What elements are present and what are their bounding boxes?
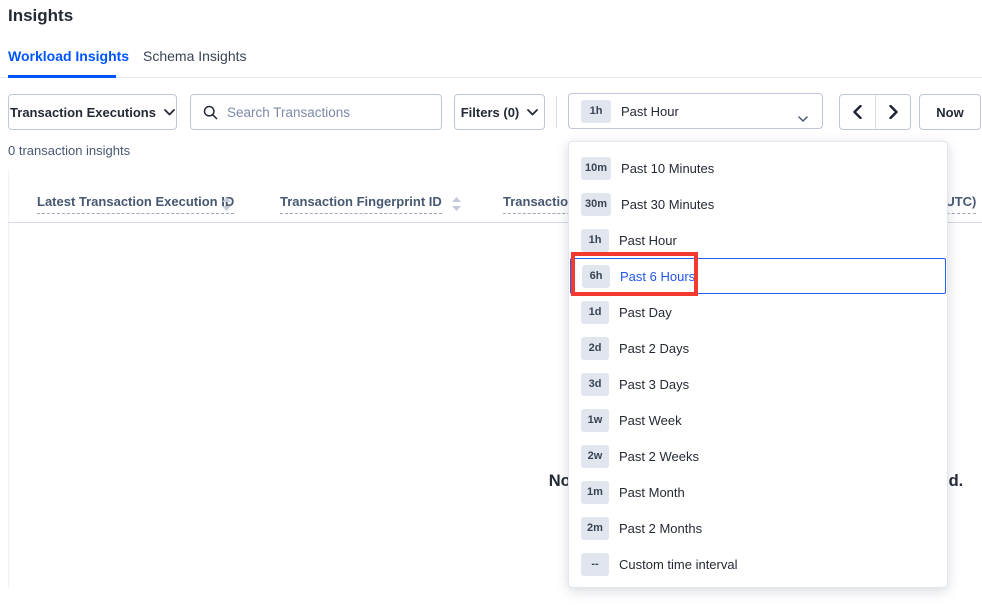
- time-interval-label: Past Hour: [621, 104, 679, 119]
- time-option-label: Past 6 Hours: [620, 269, 695, 284]
- sort-icon[interactable]: [222, 197, 231, 211]
- search-icon: [203, 105, 218, 120]
- time-range-arrows: [839, 94, 911, 130]
- time-option-label: Past Month: [619, 485, 685, 500]
- time-badge: --: [581, 553, 609, 576]
- time-interval-dropdown: 10m Past 10 Minutes 30m Past 30 Minutes …: [568, 141, 948, 588]
- time-option-past-2-days[interactable]: 2d Past 2 Days: [569, 330, 947, 366]
- next-time-range-button[interactable]: [875, 95, 910, 129]
- time-option-label: Past 2 Weeks: [619, 449, 699, 464]
- chevron-left-icon: [853, 105, 862, 119]
- time-option-past-2-weeks[interactable]: 2w Past 2 Weeks: [569, 438, 947, 474]
- now-button-label: Now: [936, 105, 963, 120]
- time-option-past-day[interactable]: 1d Past Day: [569, 294, 947, 330]
- time-option-label: Custom time interval: [619, 557, 737, 572]
- time-option-past-hour[interactable]: 1h Past Hour: [569, 222, 947, 258]
- transaction-type-select[interactable]: Transaction Executions: [8, 94, 177, 130]
- time-badge: 3d: [581, 373, 609, 396]
- time-option-past-week[interactable]: 1w Past Week: [569, 402, 947, 438]
- time-interval-badge: 1h: [581, 100, 611, 123]
- time-badge: 2d: [581, 337, 609, 360]
- time-option-label: Past Hour: [619, 233, 677, 248]
- insights-page: Insights Workload Insights Schema Insigh…: [0, 0, 982, 605]
- search-input[interactable]: [227, 105, 441, 120]
- tab-schema-insights[interactable]: Schema Insights: [143, 48, 247, 64]
- now-button[interactable]: Now: [919, 94, 981, 130]
- time-option-past-3-days[interactable]: 3d Past 3 Days: [569, 366, 947, 402]
- time-option-label: Past 3 Days: [619, 377, 689, 392]
- time-option-past-30-minutes[interactable]: 30m Past 30 Minutes: [569, 186, 947, 222]
- time-option-past-6-hours[interactable]: 6h Past 6 Hours: [570, 258, 946, 294]
- chevron-down-icon: [798, 109, 808, 127]
- column-header-latest-transaction-execution-id[interactable]: Latest Transaction Execution ID: [37, 194, 234, 214]
- filters-button[interactable]: Filters (0): [454, 94, 545, 130]
- column-header-transaction-fingerprint-id[interactable]: Transaction Fingerprint ID: [280, 194, 442, 214]
- previous-time-range-button[interactable]: [840, 95, 875, 129]
- time-badge: 6h: [582, 265, 610, 288]
- page-title: Insights: [8, 6, 73, 26]
- time-option-label: Past Day: [619, 305, 672, 320]
- transaction-type-label: Transaction Executions: [10, 105, 156, 120]
- chevron-down-icon: [164, 109, 175, 116]
- time-option-label: Past 10 Minutes: [621, 161, 714, 176]
- tab-workload-insights[interactable]: Workload Insights: [8, 48, 129, 64]
- time-badge: 1m: [581, 481, 609, 504]
- time-badge: 10m: [581, 157, 611, 180]
- table-left-border: [8, 170, 9, 588]
- tabs-divider: [0, 77, 982, 78]
- chevron-down-icon: [527, 109, 538, 116]
- time-badge: 1h: [581, 229, 609, 252]
- time-option-past-month[interactable]: 1m Past Month: [569, 474, 947, 510]
- time-badge: 1d: [581, 301, 609, 324]
- toolbar-divider: [556, 96, 557, 128]
- active-tab-underline: [8, 75, 116, 78]
- time-option-label: Past Week: [619, 413, 682, 428]
- time-option-label: Past 30 Minutes: [621, 197, 714, 212]
- time-badge: 30m: [581, 193, 611, 216]
- search-box[interactable]: [190, 94, 442, 130]
- time-option-label: Past 2 Days: [619, 341, 689, 356]
- chevron-right-icon: [889, 105, 898, 119]
- time-badge: 2m: [581, 517, 609, 540]
- time-option-label: Past 2 Months: [619, 521, 702, 536]
- time-option-past-2-months[interactable]: 2m Past 2 Months: [569, 510, 947, 546]
- time-option-custom-time-interval[interactable]: -- Custom time interval: [569, 546, 947, 582]
- time-badge: 1w: [581, 409, 609, 432]
- time-interval-select[interactable]: 1h Past Hour: [568, 93, 823, 129]
- time-option-past-10-minutes[interactable]: 10m Past 10 Minutes: [569, 150, 947, 186]
- time-badge: 2w: [581, 445, 609, 468]
- sort-icon[interactable]: [452, 197, 461, 211]
- filters-label: Filters (0): [461, 105, 520, 120]
- insights-count: 0 transaction insights: [8, 143, 130, 158]
